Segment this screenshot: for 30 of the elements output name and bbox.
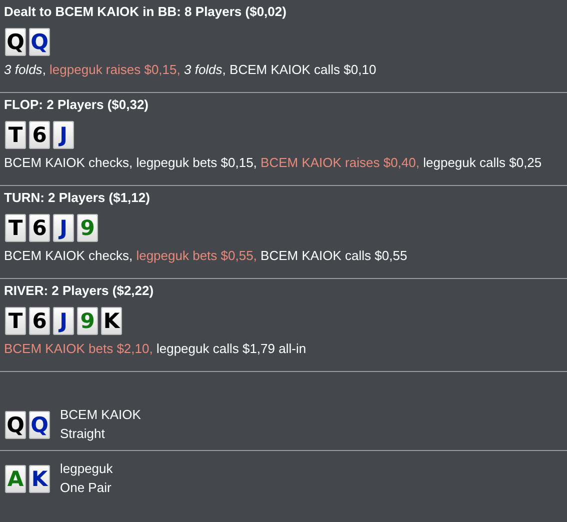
playing-card: 9 bbox=[77, 307, 98, 335]
street-title: RIVER: 2 Players ($2,22) bbox=[4, 283, 155, 299]
hand-rank: Straight bbox=[60, 425, 106, 443]
playing-card: A bbox=[5, 465, 26, 493]
street-title: Dealt to BCEM KAIOK in BB: 8 Players ($0,02) bbox=[4, 4, 288, 20]
action-line: BCEM KAIOK checks, legpeguk bets $0,55, BCEM KAIOK calls $0,55 bbox=[4, 248, 408, 264]
player-name: legpeguk bbox=[60, 460, 113, 478]
hand-rank: One Pair bbox=[60, 479, 112, 497]
playing-card: J bbox=[53, 214, 74, 242]
action-line: BCEM KAIOK checks, legpeguk bets $0,15, BCEM KAIOK raises $0,40, legpeguk calls $0,25 bbox=[4, 155, 543, 171]
player-name: BCEM KAIOK bbox=[60, 406, 141, 424]
playing-card: 6 bbox=[29, 121, 50, 149]
playing-card: J bbox=[53, 121, 74, 149]
action-line: 3 folds, legpeguk raises $0,15, 3 folds, BCEM KAIOK calls $0,10 bbox=[4, 62, 378, 78]
playing-card: T bbox=[5, 307, 26, 335]
playing-card: Q bbox=[29, 411, 50, 439]
playing-card: J bbox=[53, 307, 74, 335]
street-title: FLOP: 2 Players ($0,32) bbox=[4, 97, 150, 113]
playing-card: 6 bbox=[29, 214, 50, 242]
playing-card: 6 bbox=[29, 307, 50, 335]
playing-card: Q bbox=[5, 28, 26, 56]
street-title: TURN: 2 Players ($1,12) bbox=[4, 190, 151, 206]
playing-card: 9 bbox=[77, 214, 98, 242]
playing-card: K bbox=[29, 465, 50, 493]
playing-card: Q bbox=[5, 411, 26, 439]
playing-card: T bbox=[5, 214, 26, 242]
playing-card: Q bbox=[29, 28, 50, 56]
playing-card: K bbox=[101, 307, 122, 335]
action-line: BCEM KAIOK bets $2,10, legpeguk calls $1,79 all-in bbox=[4, 341, 308, 357]
playing-card: T bbox=[5, 121, 26, 149]
